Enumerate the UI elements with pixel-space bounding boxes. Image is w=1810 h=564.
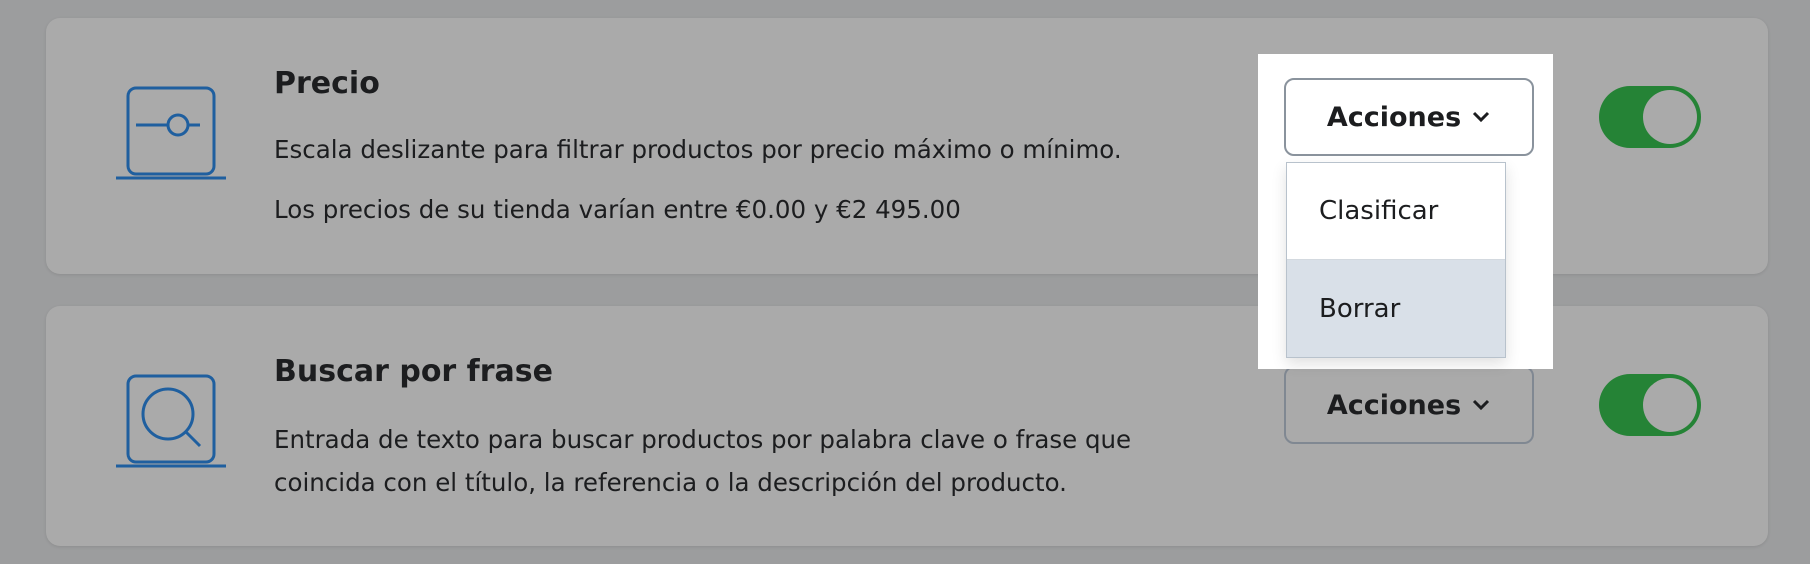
actions-dropdown-button[interactable]: Acciones: [1284, 366, 1534, 444]
filter-description-cont: coincida con el título, la referencia o …: [274, 468, 1067, 497]
filter-description: Entrada de texto para buscar productos p…: [274, 425, 1132, 454]
actions-button-label: Acciones: [1326, 101, 1462, 133]
menu-item-clasificar[interactable]: Clasificar: [1287, 163, 1505, 260]
filter-description: Escala deslizante para filtrar productos…: [274, 135, 1122, 164]
actions-dropdown-menu: Clasificar Borrar: [1286, 162, 1506, 358]
filters-page: Precio Escala deslizante para filtrar pr…: [0, 0, 1810, 564]
slider-icon: [116, 76, 226, 186]
search-icon: [116, 364, 226, 474]
chevron-down-icon: [1473, 111, 1490, 123]
actions-dropdown-button[interactable]: Acciones: [1284, 78, 1534, 156]
actions-dropdown-highlight: Acciones Clasificar Borrar: [1258, 54, 1553, 369]
chevron-down-icon: [1473, 399, 1490, 411]
toggle-knob: [1643, 90, 1697, 144]
toggle-knob: [1643, 378, 1697, 432]
filter-enable-toggle[interactable]: [1599, 374, 1701, 436]
menu-item-borrar[interactable]: Borrar: [1287, 260, 1505, 357]
filter-title: Precio: [274, 66, 380, 101]
filter-enable-toggle[interactable]: [1599, 86, 1701, 148]
actions-button-label: Acciones: [1326, 389, 1462, 421]
filter-price-range: Los precios de su tienda varían entre €0…: [274, 195, 961, 224]
filter-title: Buscar por frase: [274, 354, 553, 389]
